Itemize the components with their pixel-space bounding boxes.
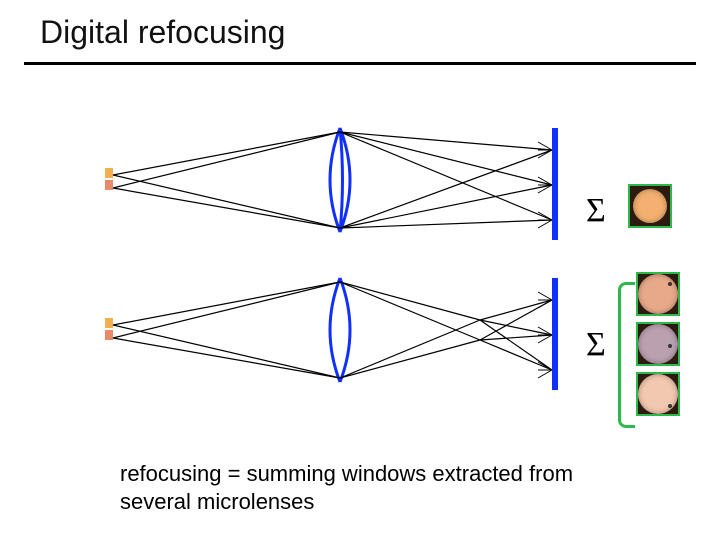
ray <box>340 340 480 378</box>
ray <box>340 132 552 185</box>
patch-blur-c-disc <box>638 374 678 414</box>
object-point-bot-a <box>105 318 113 328</box>
patch-blur-a-disc <box>638 274 678 314</box>
lens-bot-left <box>330 278 340 382</box>
ray <box>113 325 340 378</box>
sum-bracket <box>618 282 635 428</box>
ray <box>340 282 480 340</box>
lens-top-right <box>340 128 350 232</box>
ray <box>480 300 552 320</box>
lens-bot-right <box>340 278 350 382</box>
patch-blur-a <box>636 272 680 316</box>
patch-blur-c <box>636 372 680 416</box>
patch-blur-b-disc <box>638 324 678 364</box>
sample-dot <box>668 282 672 286</box>
ray <box>340 150 552 228</box>
ray <box>113 132 340 188</box>
ray <box>340 320 480 378</box>
patch-blur-b <box>636 322 680 366</box>
sigma-bottom: Σ <box>586 326 606 364</box>
sample-dot <box>668 344 672 348</box>
ray <box>340 282 480 320</box>
ray <box>113 175 340 228</box>
object-point-bot-b <box>105 330 113 340</box>
ray <box>113 282 340 338</box>
ray <box>113 132 340 175</box>
ray <box>113 282 340 325</box>
slide: Digital refocusing <box>0 0 720 540</box>
lens-top-left <box>330 128 340 232</box>
ray <box>480 335 552 340</box>
ray <box>113 338 340 378</box>
object-point-top-a <box>105 168 113 178</box>
object-point-top-b <box>105 180 113 190</box>
ray <box>113 188 340 228</box>
sample-dot <box>668 404 672 408</box>
optics-diagram <box>0 0 720 540</box>
sigma-top: Σ <box>586 192 606 230</box>
ray <box>340 132 552 150</box>
patch-focused-disc <box>633 189 667 223</box>
caption: refocusing = summing windows extracted f… <box>120 460 600 515</box>
patch-focused <box>628 184 672 228</box>
